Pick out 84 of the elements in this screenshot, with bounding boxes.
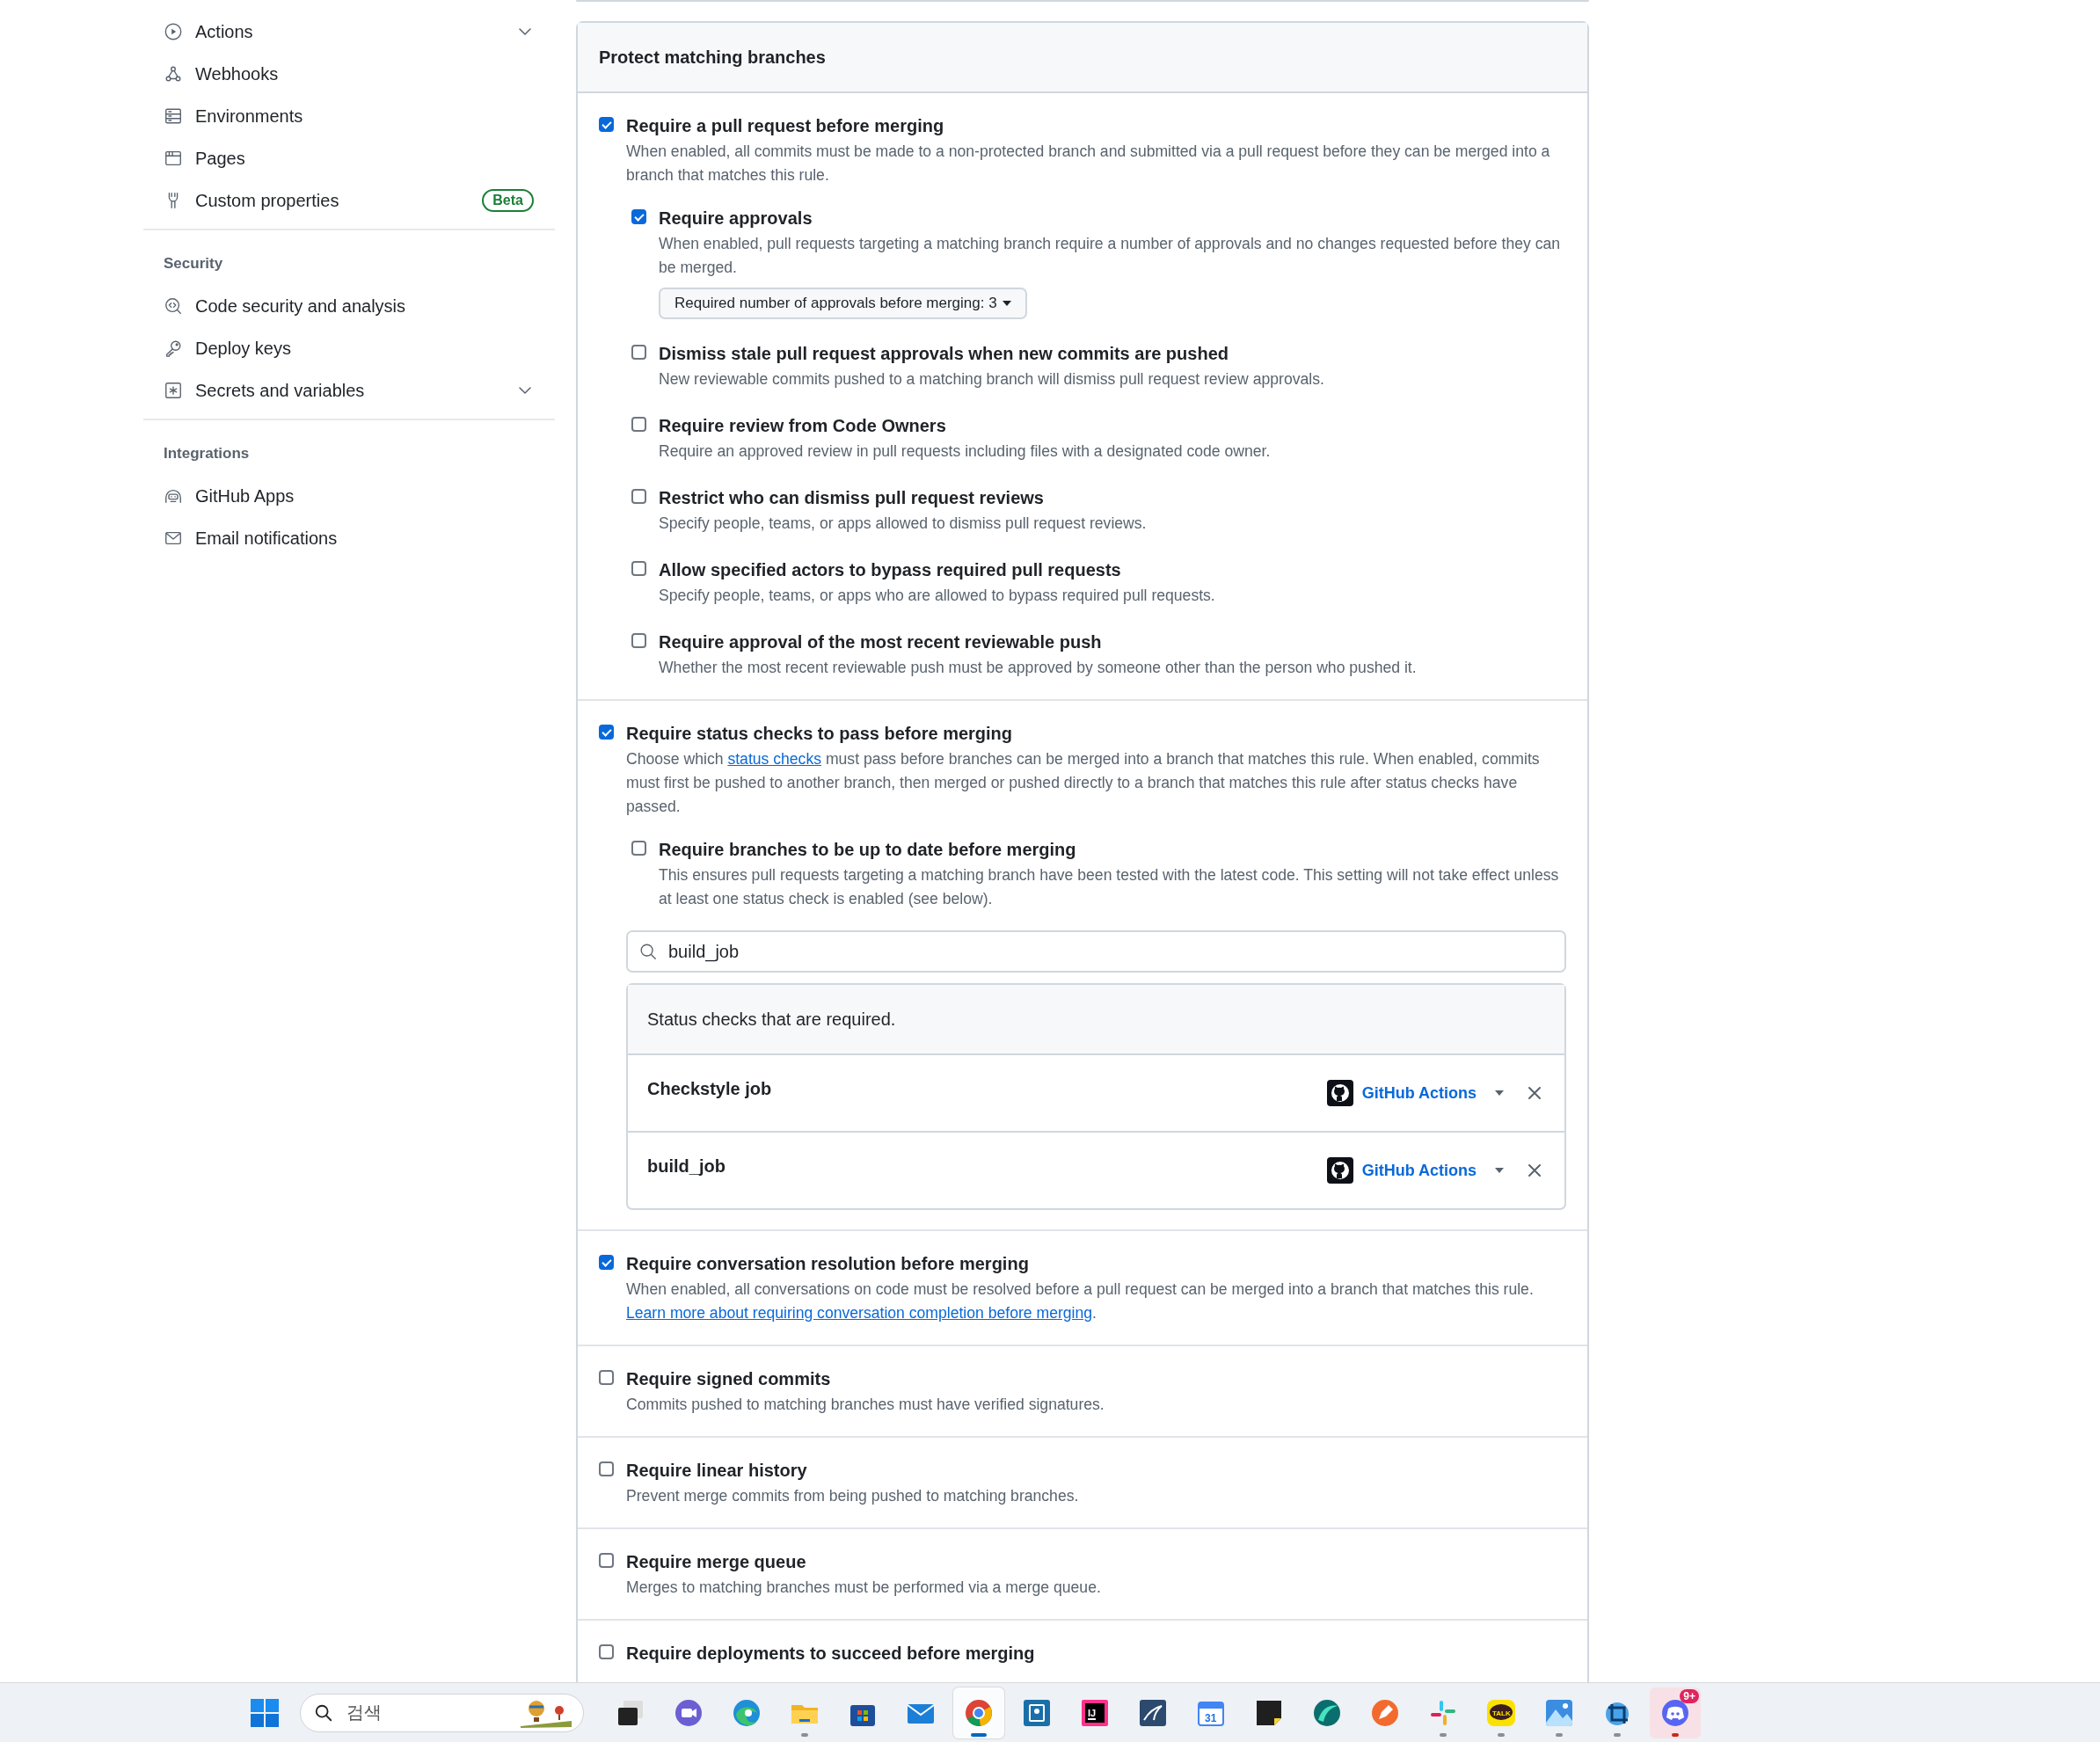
close-icon[interactable] [1528, 1086, 1542, 1100]
checkbox[interactable] [599, 1370, 614, 1385]
close-icon[interactable] [1528, 1163, 1542, 1177]
sidebar-item[interactable]: GitHub Apps [143, 475, 555, 517]
beta-badge: Beta [482, 189, 534, 212]
option-description: Commits pushed to matching branches must have verified signatures. [626, 1395, 1105, 1415]
sidebar-item[interactable]: Pages [143, 137, 555, 179]
option-title: Require conversation resolution before merging [626, 1253, 1030, 1275]
option-description: Whether the most recent reviewable push must be approved by someone other than the person who pushed it. [659, 658, 1418, 678]
checkbox[interactable] [631, 633, 646, 648]
taskbar-button[interactable] [953, 1687, 1004, 1738]
option-description: Require an approved review in pull requests including files with a designated code owner. [659, 441, 1272, 462]
checkbox[interactable] [599, 1644, 614, 1659]
option-description: Choose which status checks must pass before branches can be merged into a branch that matches this rule. When enabled, commits must first be pushed to another branch, then merged or pushed directly to a branch that matches this rule after status checks have passed. [626, 749, 1541, 817]
option-title: Require branches to be up to date before merging [659, 839, 1077, 861]
option-title: Allow specified actors to bypass required pull requests [659, 559, 1122, 581]
option-description: When enabled, all commits must be made to a non-protected branch and submitted via a pull request before they can be merged into a branch that matches this rule. [626, 142, 1551, 186]
option-title: Require status checks to pass before merging [626, 723, 1014, 745]
option-description: When enabled, pull requests targeting a matching branch require a number of approvals and no changes requested before they can be merged. [659, 234, 1561, 278]
option-title: Restrict who can dismiss pull request reviews [659, 487, 1045, 509]
sidebar-item[interactable]: Deploy keys [143, 327, 555, 369]
windows-start-icon[interactable] [249, 1696, 281, 1729]
option-title: Require merge queue [626, 1551, 807, 1573]
option-description: Specify people, teams, or apps allowed to dismiss pull request reviews. [659, 514, 1148, 534]
link[interactable]: status checks [727, 750, 821, 768]
section-heading: Integrations [163, 445, 251, 463]
caret-icon[interactable] [1494, 1090, 1505, 1097]
checkbox[interactable] [631, 489, 646, 504]
sidebar-item[interactable]: Actions [143, 11, 555, 53]
option-title: Require signed commits [626, 1368, 832, 1390]
app-link[interactable]: GitHub Actions [1361, 1161, 1477, 1180]
checkbox[interactable] [631, 417, 646, 432]
sidebar-item[interactable]: Environments [143, 95, 555, 137]
option-title: Require linear history [626, 1460, 808, 1482]
link[interactable]: Learn more about requiring conversation completion before merging [626, 1304, 1093, 1322]
play-icon [164, 22, 183, 41]
option-title: Require deployments to succeed before merging [626, 1643, 1036, 1665]
section-heading: Security [163, 255, 224, 273]
caret-icon[interactable] [1494, 1167, 1505, 1174]
checkbox[interactable] [599, 1553, 614, 1568]
taskbar-button[interactable]: 9+ [1650, 1687, 1701, 1738]
panel-title: Protect matching branches [599, 47, 826, 68]
checkbox[interactable] [599, 1461, 614, 1476]
checkbox[interactable] [599, 1255, 614, 1270]
check-name: Checkstyle job [647, 1078, 773, 1099]
code-scan-icon [164, 296, 183, 316]
server-icon [164, 106, 183, 126]
search-icon [314, 1702, 333, 1723]
asterisk-icon [164, 381, 183, 400]
sidebar-item[interactable]: Webhooks [143, 53, 555, 95]
approvals-dropdown[interactable]: Required number of approvals before merging: 3 [659, 288, 1027, 319]
search-field[interactable]: build_job [626, 930, 1566, 973]
webhook-icon [164, 64, 183, 84]
checkbox[interactable] [631, 561, 646, 576]
checkbox[interactable] [599, 725, 614, 740]
option-description: Prevent merge commits from being pushed to matching branches. [626, 1486, 1080, 1506]
option-title: Require approval of the most recent reviewable push [659, 631, 1103, 653]
option-title: Dismiss stale pull request approvals when new commits are pushed [659, 343, 1229, 365]
key-icon [164, 339, 183, 358]
search-icon [638, 942, 658, 961]
checkbox[interactable] [631, 209, 646, 224]
sidebar-item[interactable]: Email notifications [143, 517, 555, 559]
option-description: This ensures pull requests targeting a matching branch have been tested with the latest code. This setting will not take effect unless at least one status check is enabled (see below). [659, 865, 1560, 909]
browser-icon [164, 149, 183, 168]
sidebar-item[interactable]: Code security and analysis [143, 285, 555, 327]
github-logo-icon [1326, 1157, 1353, 1184]
checkbox[interactable] [631, 841, 646, 856]
sidebar-item[interactable]: Custom properties Beta [143, 179, 555, 222]
option-title: Require approvals [659, 208, 813, 230]
notification-badge: 9+ [1680, 1688, 1699, 1703]
github-logo-icon [1326, 1080, 1353, 1106]
sidebar-item[interactable]: Secrets and variables [143, 369, 555, 412]
list-heading: Status checks that are required. [647, 1009, 896, 1030]
taskbar-search[interactable]: 검색 [300, 1693, 584, 1732]
option-description: When enabled, all conversations on code must be resolved before a pull request can be merged into a branch that matches this rule. Learn more about requiring conversation completion before merging. [626, 1279, 1535, 1323]
option-title: Require review from Code Owners [659, 415, 947, 437]
checkbox[interactable] [631, 345, 646, 360]
option-description: Specify people, teams, or apps who are allowed to bypass required pull requests. [659, 586, 1216, 606]
option-description: New reviewable commits pushed to a matching branch will dismiss pull request review approvals. [659, 369, 1325, 390]
option-description: Merges to matching branches must be performed via a merge queue. [626, 1578, 1102, 1598]
option-title: Require a pull request before merging [626, 115, 945, 137]
app-link[interactable]: GitHub Actions [1361, 1083, 1477, 1103]
checkbox[interactable] [599, 117, 614, 132]
check-name: build_job [647, 1155, 726, 1177]
